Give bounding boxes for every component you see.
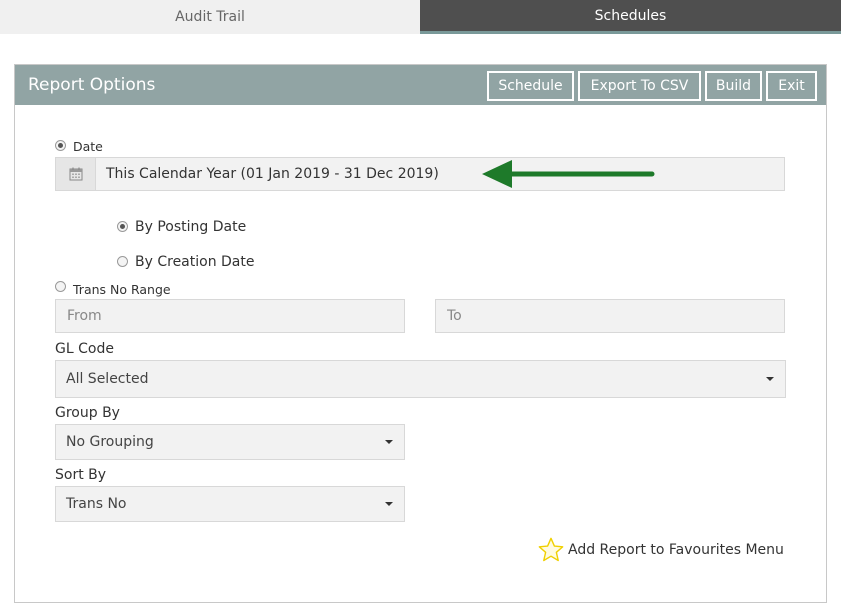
schedule-button[interactable]: Schedule — [487, 71, 574, 101]
sort-by-select[interactable]: Trans No — [55, 486, 405, 522]
trans-from-field[interactable] — [55, 299, 405, 333]
panel-title: Report Options — [28, 75, 156, 95]
date-range-value: This Calendar Year (01 Jan 2019 - 31 Dec… — [106, 166, 439, 182]
export-csv-button[interactable]: Export To CSV — [578, 71, 701, 101]
favourites-label: Add Report to Favourites Menu — [568, 542, 784, 558]
calendar-icon[interactable] — [56, 158, 96, 190]
by-creation-date-radio[interactable] — [117, 256, 128, 267]
group-by-label: Group By — [55, 405, 120, 421]
chevron-down-icon — [385, 502, 393, 506]
chevron-down-icon — [766, 377, 774, 381]
trans-to-field[interactable] — [435, 299, 785, 333]
tab-schedules[interactable]: Schedules — [420, 0, 841, 34]
group-by-select[interactable]: No Grouping — [55, 424, 405, 460]
annotation-arrow-icon — [482, 160, 655, 188]
sort-by-label: Sort By — [55, 467, 107, 483]
tab-audit-trail[interactable]: Audit Trail — [0, 0, 420, 34]
trans-no-range-radio[interactable] — [55, 281, 66, 292]
date-range-field[interactable]: This Calendar Year (01 Jan 2019 - 31 Dec… — [55, 157, 785, 191]
gl-code-value: All Selected — [66, 371, 149, 387]
by-creation-date-label: By Creation Date — [135, 254, 255, 270]
build-button[interactable]: Build — [705, 71, 762, 101]
gl-code-select[interactable]: All Selected — [55, 360, 786, 398]
trans-no-range-label: Trans No Range — [73, 282, 171, 297]
exit-button[interactable]: Exit — [766, 71, 817, 101]
report-options-panel: Report Options Schedule Export To CSV Bu… — [14, 64, 827, 603]
star-icon[interactable] — [537, 536, 565, 564]
date-radio[interactable] — [55, 140, 66, 151]
report-tabs: Audit Trail Schedules — [0, 0, 841, 34]
add-to-favourites-link[interactable]: Add Report to Favourites Menu — [537, 536, 784, 564]
gl-code-label: GL Code — [55, 341, 114, 357]
by-posting-date-radio[interactable] — [117, 221, 128, 232]
date-label: Date — [73, 139, 103, 154]
chevron-down-icon — [385, 440, 393, 444]
panel-header: Report Options Schedule Export To CSV Bu… — [15, 65, 826, 105]
trans-from-input[interactable] — [56, 300, 404, 332]
group-by-value: No Grouping — [66, 434, 154, 450]
sort-by-value: Trans No — [66, 496, 127, 512]
by-posting-date-label: By Posting Date — [135, 219, 247, 235]
trans-to-input[interactable] — [436, 300, 784, 332]
